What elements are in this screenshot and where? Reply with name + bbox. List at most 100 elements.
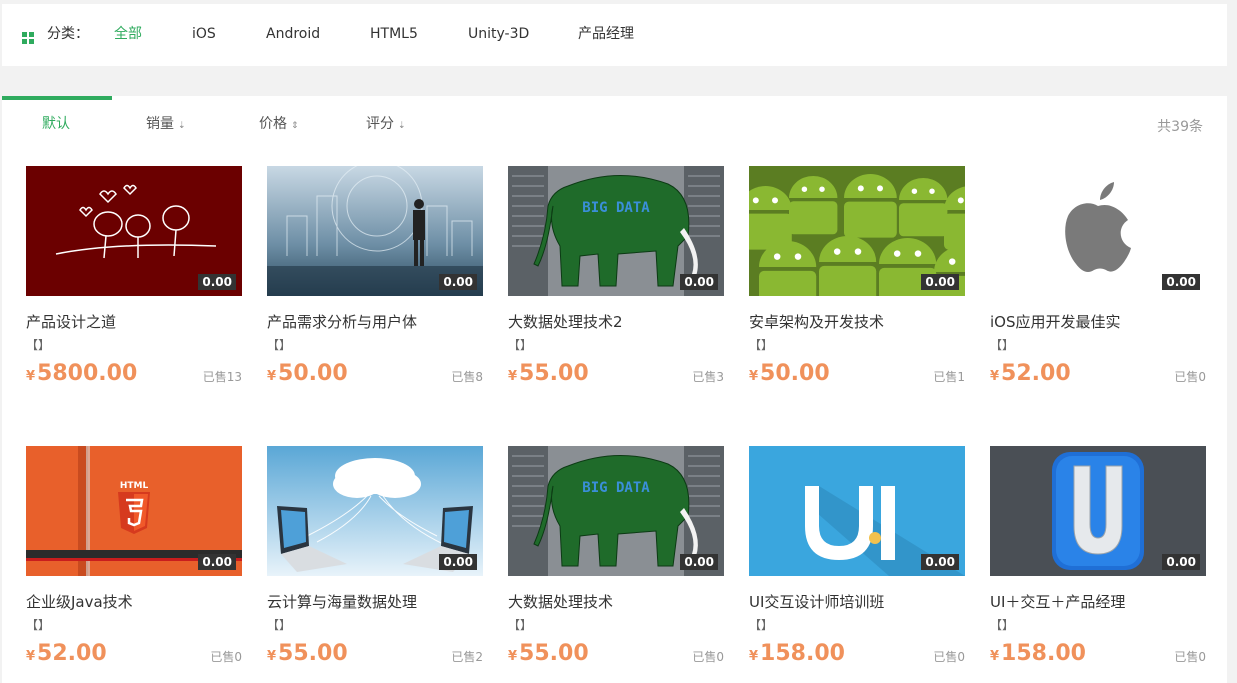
course-thumbnail[interactable]: BIG DATA 0.00: [508, 166, 724, 296]
course-thumbnail[interactable]: 0.00: [990, 166, 1206, 296]
category-item-0[interactable]: 全部: [114, 24, 142, 44]
course-card[interactable]: 0.00 安卓架构及开发技术 【】 ¥50.00 已售1: [749, 166, 965, 406]
sort-arrow-icon: ⇕: [291, 121, 299, 131]
course-price: ¥52.00: [990, 361, 1071, 387]
course-title[interactable]: 云计算与海量数据处理: [267, 591, 483, 613]
sold-count: 已售0: [1174, 650, 1206, 664]
price-value: 50.00: [760, 361, 830, 386]
currency-symbol: ¥: [990, 369, 1000, 384]
sort-arrow-icon: ⇣: [398, 121, 406, 131]
course-card[interactable]: 0.00 产品设计之道 【】 ¥5800.00 已售13: [26, 166, 242, 406]
sold-count: 已售1: [933, 370, 965, 384]
currency-symbol: ¥: [749, 649, 759, 664]
rating-badge: 0.00: [921, 274, 959, 290]
course-price: ¥55.00: [508, 641, 589, 667]
sort-item-0[interactable]: 默认: [42, 114, 70, 134]
rating-badge: 0.00: [1162, 554, 1200, 570]
course-thumbnail[interactable]: 0.00: [749, 166, 965, 296]
course-tag: 【】: [267, 338, 292, 352]
course-price: ¥5800.00: [26, 361, 137, 387]
price-value: 52.00: [37, 641, 107, 666]
course-tag: 【】: [749, 338, 774, 352]
sold-count: 已售0: [1174, 370, 1206, 384]
course-title[interactable]: 产品设计之道: [26, 311, 242, 333]
sort-item-2[interactable]: 价格 ⇕: [259, 114, 299, 136]
price-value: 52.00: [1001, 361, 1071, 386]
price-value: 5800.00: [37, 361, 138, 386]
course-card[interactable]: 0.00 云计算与海量数据处理 【】 ¥55.00 已售2: [267, 446, 483, 683]
course-tag: 【】: [990, 618, 1015, 632]
category-item-1[interactable]: iOS: [192, 24, 216, 44]
category-item-3[interactable]: HTML5: [370, 24, 418, 44]
course-card[interactable]: 0.00 UI＋交互＋产品经理 【】 ¥158.00 已售0: [990, 446, 1206, 683]
course-title[interactable]: 大数据处理技术: [508, 591, 724, 613]
course-title[interactable]: 产品需求分析与用户体: [267, 311, 483, 333]
category-item-2[interactable]: Android: [266, 24, 320, 44]
currency-symbol: ¥: [267, 369, 277, 384]
course-card[interactable]: HTML 0.00 企业级Java技术 【】 ¥52.00 已售0: [26, 446, 242, 683]
price-value: 55.00: [519, 361, 589, 386]
svg-text:HTML: HTML: [120, 481, 149, 491]
currency-symbol: ¥: [508, 369, 518, 384]
course-thumbnail[interactable]: HTML 0.00: [26, 446, 242, 576]
sort-label: 销量: [146, 116, 174, 132]
sort-label: 价格: [259, 116, 287, 132]
course-title[interactable]: 企业级Java技术: [26, 591, 242, 613]
price-value: 50.00: [278, 361, 348, 386]
course-card[interactable]: 0.00 UI交互设计师培训班 【】 ¥158.00 已售0: [749, 446, 965, 683]
course-thumbnail[interactable]: 0.00: [749, 446, 965, 576]
course-card[interactable]: BIG DATA 0.00 大数据处理技术 【】 ¥55.00 已售0: [508, 446, 724, 683]
currency-symbol: ¥: [990, 649, 1000, 664]
course-tag: 【】: [508, 618, 533, 632]
course-card[interactable]: 0.00 产品需求分析与用户体 【】 ¥50.00 已售8: [267, 166, 483, 406]
rating-badge: 0.00: [198, 274, 236, 290]
course-price: ¥52.00: [26, 641, 107, 667]
course-title[interactable]: 大数据处理技术2: [508, 311, 724, 333]
sold-count: 已售8: [451, 370, 483, 384]
course-tag: 【】: [990, 338, 1015, 352]
category-item-4[interactable]: Unity-3D: [468, 24, 529, 44]
svg-text:BIG DATA: BIG DATA: [582, 480, 650, 496]
sold-count: 已售0: [933, 650, 965, 664]
rating-badge: 0.00: [439, 554, 477, 570]
course-price: ¥50.00: [267, 361, 348, 387]
sort-active-indicator: [2, 96, 112, 100]
course-thumbnail[interactable]: 0.00: [26, 166, 242, 296]
course-title[interactable]: UI交互设计师培训班: [749, 591, 965, 613]
course-thumbnail[interactable]: 0.00: [267, 166, 483, 296]
category-label: 分类：: [47, 26, 89, 42]
price-value: 55.00: [519, 641, 589, 666]
rating-badge: 0.00: [439, 274, 477, 290]
sort-arrow-icon: ⇣: [178, 121, 186, 131]
course-tag: 【】: [26, 618, 51, 632]
rating-badge: 0.00: [921, 554, 959, 570]
category-bar: 分类： 全部 iOS Android HTML5 Unity-3D 产品经理: [2, 4, 1227, 66]
price-value: 158.00: [760, 641, 845, 666]
sold-count: 已售13: [202, 370, 242, 384]
category-item-5[interactable]: 产品经理: [578, 24, 634, 44]
course-thumbnail[interactable]: 0.00: [990, 446, 1206, 576]
price-value: 158.00: [1001, 641, 1086, 666]
sort-item-1[interactable]: 销量 ⇣: [146, 114, 186, 136]
course-tag: 【】: [26, 338, 51, 352]
sold-count: 已售2: [451, 650, 483, 664]
sold-count: 已售3: [692, 370, 724, 384]
sort-label: 默认: [42, 116, 70, 132]
currency-symbol: ¥: [26, 649, 36, 664]
sort-bar: 默认 销量 ⇣ 价格 ⇕ 评分 ⇣ 共39条: [2, 96, 1227, 156]
grid-icon: [22, 32, 35, 45]
course-tag: 【】: [749, 618, 774, 632]
course-title[interactable]: iOS应用开发最佳实: [990, 311, 1206, 333]
rating-badge: 0.00: [680, 554, 718, 570]
course-card[interactable]: 0.00 iOS应用开发最佳实 【】 ¥52.00 已售0: [990, 166, 1206, 406]
course-thumbnail[interactable]: 0.00: [267, 446, 483, 576]
course-title[interactable]: 安卓架构及开发技术: [749, 311, 965, 333]
course-title[interactable]: UI＋交互＋产品经理: [990, 591, 1206, 613]
course-card[interactable]: BIG DATA 0.00 大数据处理技术2 【】 ¥55.00 已售3: [508, 166, 724, 406]
svg-text:BIG DATA: BIG DATA: [582, 200, 650, 216]
rating-badge: 0.00: [198, 554, 236, 570]
sort-item-3[interactable]: 评分 ⇣: [366, 114, 406, 136]
sold-count: 已售0: [210, 650, 242, 664]
course-thumbnail[interactable]: BIG DATA 0.00: [508, 446, 724, 576]
currency-symbol: ¥: [508, 649, 518, 664]
